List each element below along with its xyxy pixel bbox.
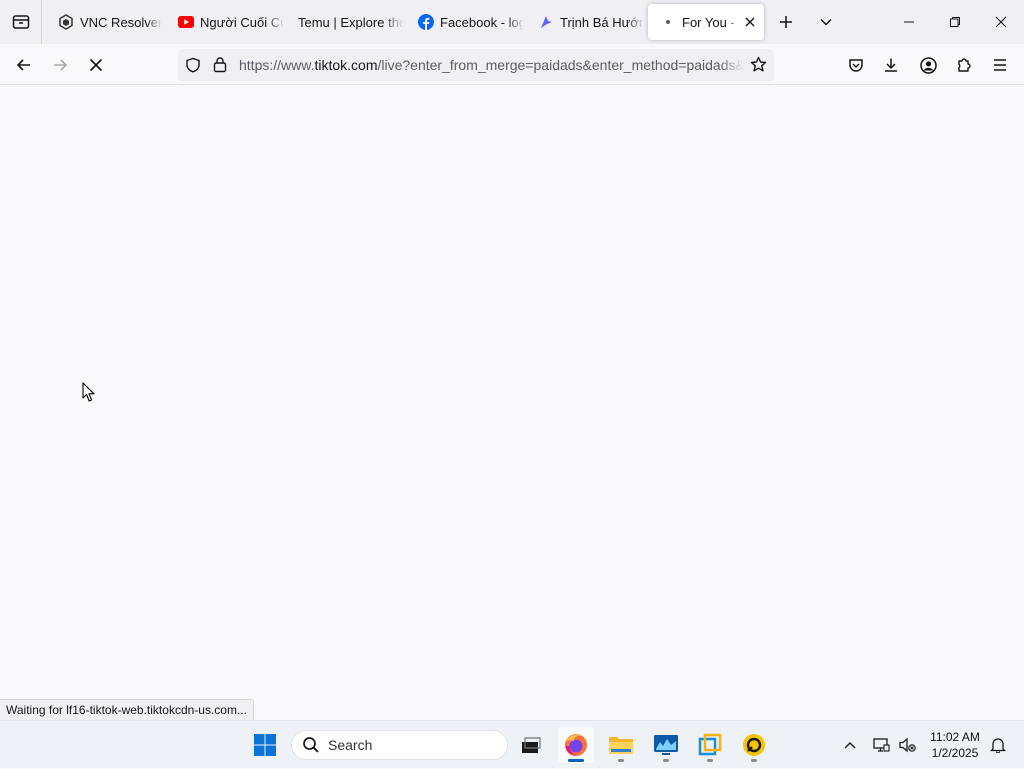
arrow-left-icon	[16, 59, 30, 71]
tab-title: For You - TikTok	[682, 14, 738, 30]
close-icon	[995, 16, 1007, 28]
loading-dot-icon	[660, 14, 676, 30]
clock-time: 11:02 AM	[930, 730, 980, 744]
url-text[interactable]: https://www.tiktok.com/live?enter_from_m…	[239, 57, 744, 73]
tab-youtube[interactable]: Người Cuối Cùng	[166, 4, 284, 40]
tab-vnc-resolver[interactable]: VNC Resolver	[46, 4, 164, 40]
page-content	[0, 85, 1024, 720]
tab-temu[interactable]: Temu | Explore the	[286, 4, 404, 40]
volume-tray-icon[interactable]	[895, 721, 919, 769]
notification-bell-icon	[990, 738, 1006, 753]
back-button[interactable]	[8, 50, 40, 80]
chevron-up-icon	[844, 742, 856, 749]
tab-facebook[interactable]: Facebook - log in	[406, 4, 524, 40]
facebook-icon	[418, 14, 434, 30]
close-tab-icon[interactable]	[742, 14, 758, 30]
tab-trinh-ba-huong[interactable]: Trịnh Bá Hướng	[526, 4, 644, 40]
notifications-button[interactable]	[986, 721, 1010, 769]
search-icon	[303, 737, 319, 753]
clock-date: 1/2/2025	[931, 746, 979, 760]
list-all-tabs-button[interactable]	[803, 0, 849, 44]
tab-title: Người Cuối Cùng	[200, 14, 284, 30]
tab-title: Temu | Explore the	[298, 14, 404, 30]
show-hidden-icons-button[interactable]	[838, 721, 862, 769]
stop-loading-button[interactable]	[80, 50, 112, 80]
running-indicator	[618, 759, 624, 762]
running-indicator	[663, 759, 669, 762]
account-icon	[919, 56, 937, 74]
taskbar-app-rustdesk[interactable]	[736, 727, 772, 763]
puzzle-icon	[958, 58, 971, 72]
running-indicator	[568, 759, 584, 762]
clock[interactable]: 11:02 AM 1/2/2025	[922, 729, 988, 761]
download-icon	[885, 58, 897, 72]
stop-icon	[89, 58, 103, 72]
taskbar-file-explorer[interactable]	[603, 727, 639, 763]
running-indicator	[751, 759, 757, 762]
taskbar: Search 11:02 AM 1/2/2025	[0, 720, 1024, 768]
forward-button[interactable]	[44, 50, 76, 80]
shield-icon[interactable]	[185, 57, 201, 78]
minimize-button[interactable]	[886, 0, 932, 44]
search-label: Search	[328, 737, 373, 753]
minimize-icon	[904, 21, 914, 23]
taskbar-firefox[interactable]	[558, 727, 594, 763]
hamburger-menu-icon	[994, 59, 1006, 71]
url-bar[interactable]: https://www.tiktok.com/live?enter_from_m…	[178, 49, 774, 81]
firefox-icon	[565, 734, 587, 756]
pocket-button[interactable]	[840, 50, 872, 80]
task-view-icon	[522, 737, 541, 753]
tab-for-you-tiktok[interactable]: For You - TikTok	[648, 4, 764, 40]
chevron-down-icon	[820, 18, 832, 26]
taskbar-app-remote[interactable]	[692, 727, 728, 763]
lock-icon[interactable]	[212, 56, 228, 78]
extensions-button[interactable]	[948, 50, 980, 80]
url-prefix: https://www.	[239, 57, 315, 73]
account-button[interactable]	[912, 50, 944, 80]
monitor-chart-icon	[654, 735, 678, 755]
folder-icon	[609, 737, 633, 754]
tab-title: Facebook - log in	[440, 14, 524, 30]
plus-icon	[780, 16, 792, 28]
mouse-cursor-icon	[82, 382, 96, 408]
app-menu-button[interactable]	[984, 50, 1016, 80]
task-view-button[interactable]	[513, 727, 549, 763]
vnc-icon	[58, 14, 74, 30]
windows-logo-icon	[254, 734, 276, 756]
start-button[interactable]	[247, 727, 283, 763]
taskbar-app-monitor[interactable]	[648, 727, 684, 763]
rustdesk-icon	[743, 734, 765, 756]
pocket-icon	[849, 59, 863, 72]
downloads-button[interactable]	[875, 50, 907, 80]
remote-desktop-icon	[698, 733, 722, 756]
network-icon	[873, 738, 890, 752]
url-path: /live?enter_from_merge=paidads&enter_met…	[377, 57, 744, 73]
bookmark-star-icon[interactable]	[750, 56, 767, 78]
ai-star-icon	[538, 14, 554, 30]
restore-icon	[950, 17, 960, 27]
taskbar-search[interactable]: Search	[291, 730, 508, 760]
arrow-right-icon	[54, 59, 68, 71]
restore-button[interactable]	[932, 0, 978, 44]
tab-bar: VNC Resolver Người Cuối Cùng Temu | Expl…	[0, 0, 1024, 44]
close-window-button[interactable]	[978, 0, 1024, 44]
network-tray-icon[interactable]	[869, 721, 893, 769]
url-domain: tiktok.com	[314, 57, 378, 73]
volume-muted-icon	[899, 737, 916, 753]
tab-title: Trịnh Bá Hướng	[560, 14, 644, 30]
tab-title: VNC Resolver	[80, 14, 163, 30]
firefox-view-button[interactable]	[0, 0, 42, 44]
youtube-icon	[178, 14, 194, 30]
running-indicator	[707, 759, 713, 762]
status-panel: Waiting for lf16-tiktok-web.tiktokcdn-us…	[0, 699, 254, 720]
firefox-view-icon	[12, 15, 29, 29]
